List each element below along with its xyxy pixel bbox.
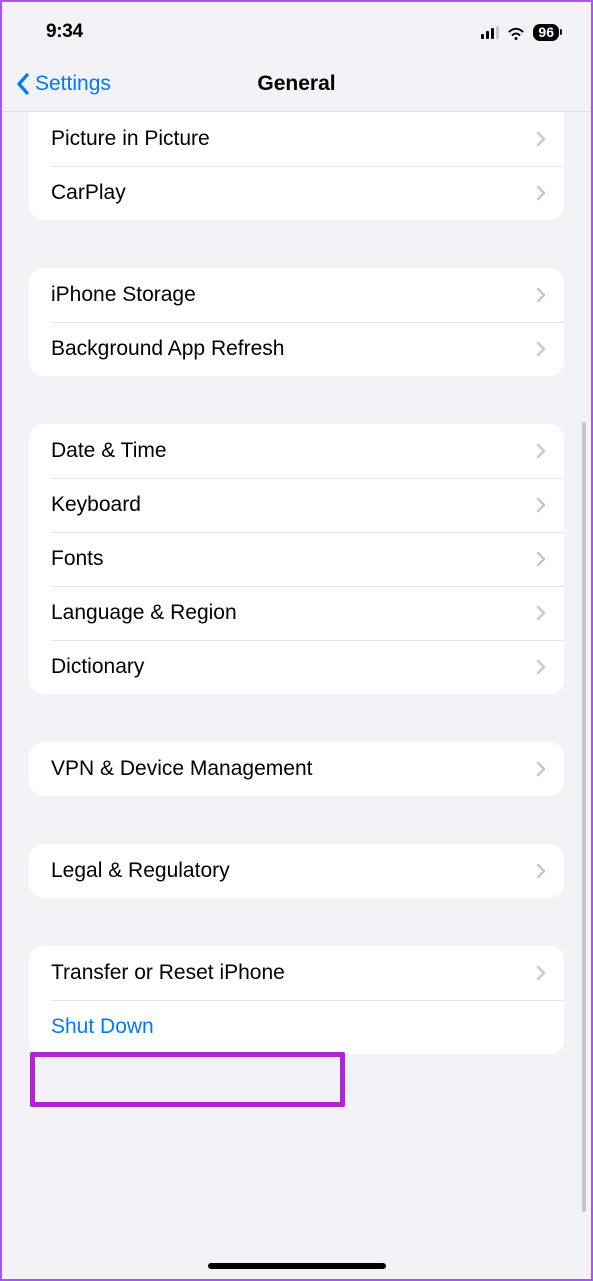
row-label: Dictionary: [51, 655, 144, 679]
chevron-right-icon: [536, 965, 546, 981]
chevron-right-icon: [536, 863, 546, 879]
chevron-right-icon: [536, 443, 546, 459]
status-icons: 96: [481, 24, 559, 41]
row-label: Language & Region: [51, 601, 237, 625]
row-picture-in-picture[interactable]: Picture in Picture: [29, 112, 564, 166]
row-background-app-refresh[interactable]: Background App Refresh: [29, 322, 564, 376]
chevron-right-icon: [536, 761, 546, 777]
chevron-left-icon: [16, 73, 31, 95]
chevron-right-icon: [536, 659, 546, 675]
status-bar: 9:34 96: [2, 2, 591, 56]
settings-section: Legal & Regulatory: [29, 844, 564, 898]
row-fonts[interactable]: Fonts: [29, 532, 564, 586]
settings-section: iPhone Storage Background App Refresh: [29, 268, 564, 376]
row-label: Date & Time: [51, 439, 167, 463]
navigation-bar: Settings General: [2, 56, 591, 112]
chevron-right-icon: [536, 185, 546, 201]
row-label: Transfer or Reset iPhone: [51, 961, 285, 985]
highlight-annotation: [30, 1052, 345, 1107]
row-label: Shut Down: [51, 1015, 154, 1039]
row-label: Legal & Regulatory: [51, 859, 230, 883]
chevron-right-icon: [536, 551, 546, 567]
chevron-right-icon: [536, 341, 546, 357]
row-vpn-device-management[interactable]: VPN & Device Management: [29, 742, 564, 796]
scrollbar[interactable]: [582, 422, 586, 1212]
settings-section: Transfer or Reset iPhone Shut Down: [29, 946, 564, 1054]
row-shut-down[interactable]: Shut Down: [29, 1000, 564, 1054]
settings-section: Date & Time Keyboard Fonts Language & Re…: [29, 424, 564, 694]
back-label: Settings: [35, 72, 111, 96]
row-label: VPN & Device Management: [51, 757, 312, 781]
chevron-right-icon: [536, 287, 546, 303]
row-label: Fonts: [51, 547, 104, 571]
wifi-icon: [506, 25, 526, 40]
home-indicator[interactable]: [208, 1263, 386, 1269]
row-language-region[interactable]: Language & Region: [29, 586, 564, 640]
row-transfer-reset[interactable]: Transfer or Reset iPhone: [29, 946, 564, 1000]
settings-section: Picture in Picture CarPlay: [29, 112, 564, 220]
row-label: iPhone Storage: [51, 283, 196, 307]
row-keyboard[interactable]: Keyboard: [29, 478, 564, 532]
row-legal-regulatory[interactable]: Legal & Regulatory: [29, 844, 564, 898]
chevron-right-icon: [536, 497, 546, 513]
back-button[interactable]: Settings: [16, 72, 111, 96]
row-label: Background App Refresh: [51, 337, 284, 361]
chevron-right-icon: [536, 605, 546, 621]
page-title: General: [257, 72, 335, 96]
row-iphone-storage[interactable]: iPhone Storage: [29, 268, 564, 322]
settings-list[interactable]: Picture in Picture CarPlay iPhone Storag…: [2, 112, 591, 1054]
row-carplay[interactable]: CarPlay: [29, 166, 564, 220]
row-dictionary[interactable]: Dictionary: [29, 640, 564, 694]
cellular-signal-icon: [481, 26, 500, 39]
row-label: CarPlay: [51, 181, 126, 205]
row-label: Picture in Picture: [51, 127, 210, 151]
row-label: Keyboard: [51, 493, 141, 517]
settings-section: VPN & Device Management: [29, 742, 564, 796]
chevron-right-icon: [536, 131, 546, 147]
status-time: 9:34: [46, 21, 83, 43]
row-date-time[interactable]: Date & Time: [29, 424, 564, 478]
battery-level-icon: 96: [533, 24, 559, 41]
